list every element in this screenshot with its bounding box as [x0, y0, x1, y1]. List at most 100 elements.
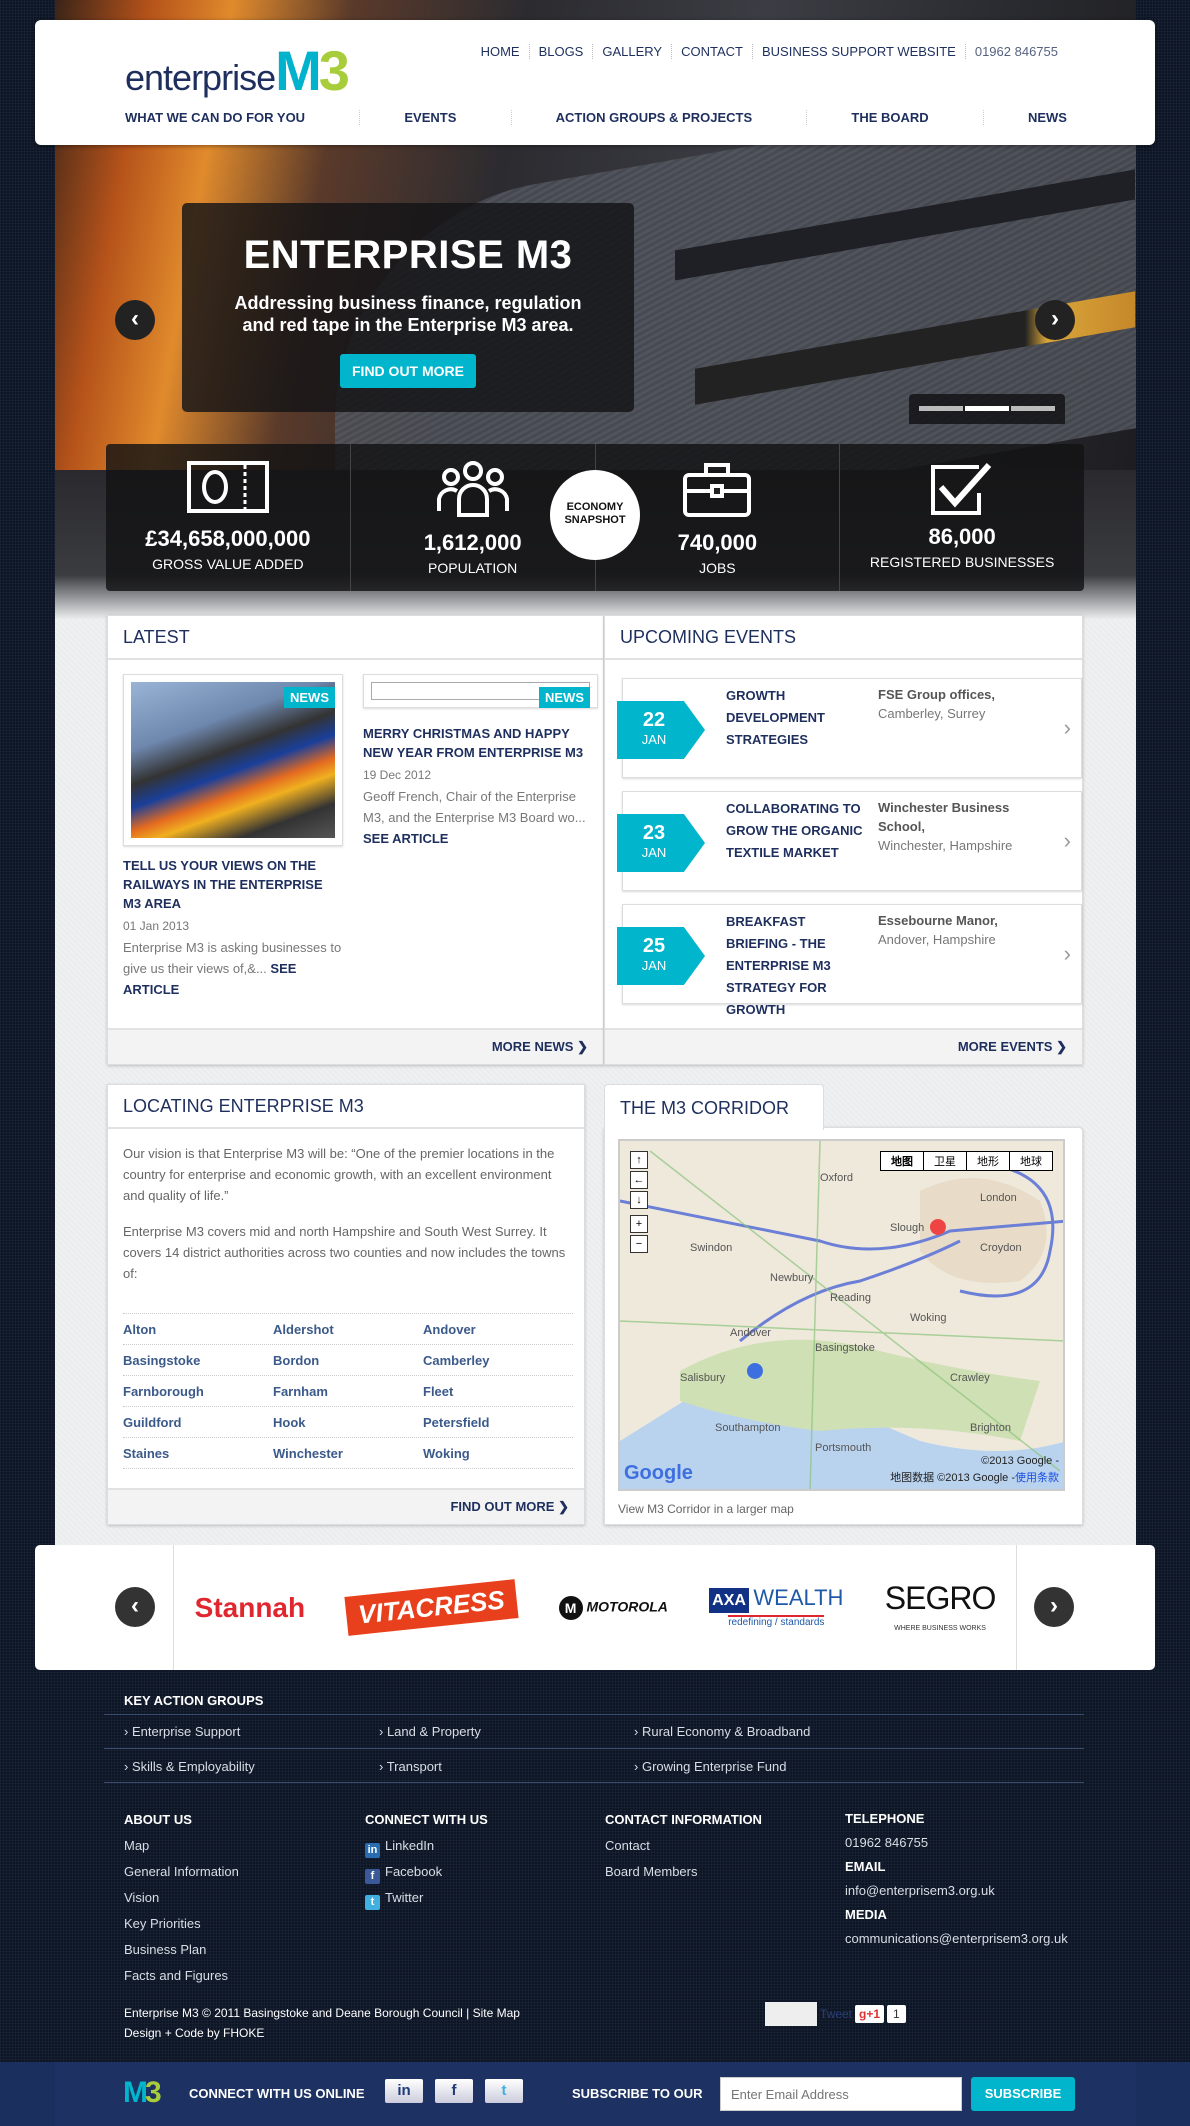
footer-link-vision[interactable]: Vision — [124, 1885, 239, 1911]
zoom-out-icon[interactable]: − — [630, 1235, 648, 1253]
slide-dot[interactable] — [919, 406, 963, 411]
subscribe-button[interactable]: SUBSCRIBE — [971, 2077, 1075, 2111]
kag-link[interactable]: › Skills & Employability — [124, 1759, 379, 1774]
slider-next-button[interactable]: › — [1035, 300, 1075, 340]
event-title[interactable]: BREAKFAST BRIEFING - THE ENTERPRISE M3 S… — [726, 911, 841, 1021]
credit-link[interactable]: Design + Code by FHOKE — [124, 2026, 264, 2040]
footer-link-key-priorities[interactable]: Key Priorities — [124, 1911, 239, 1937]
chevron-right-icon[interactable]: › — [1064, 715, 1071, 741]
event-title[interactable]: GROWTH DEVELOPMENT STRATEGIES — [726, 685, 841, 751]
footer-link-facebook[interactable]: f Facebook — [365, 1859, 488, 1885]
chevron-right-icon[interactable]: › — [1064, 828, 1071, 854]
linkedin-button[interactable]: in — [385, 2079, 423, 2103]
town-link[interactable]: Farnham — [273, 1384, 423, 1399]
kag-link[interactable]: › Rural Economy & Broadband — [634, 1724, 889, 1739]
event-title[interactable]: COLLABORATING TO GROW THE ORGANIC TEXTIL… — [726, 798, 876, 864]
nav-what-we-do[interactable]: WHAT WE CAN DO FOR YOU — [125, 110, 349, 125]
map-terms-link[interactable]: 使用条款 — [1015, 1472, 1059, 1484]
map-type-earth[interactable]: 地球 — [1009, 1152, 1052, 1170]
map-marker-blue[interactable] — [746, 1363, 763, 1379]
footer-link-board-members[interactable]: Board Members — [605, 1859, 762, 1885]
share-widget-frame[interactable] — [765, 2002, 817, 2026]
google-map[interactable]: Oxford Swindon Reading London Basingstoke And… — [618, 1139, 1065, 1491]
town-link[interactable]: Woking — [423, 1446, 573, 1461]
slide-dot-active[interactable] — [965, 406, 1009, 411]
kag-link[interactable]: › Land & Property — [379, 1724, 634, 1739]
town-link[interactable]: Camberley — [423, 1353, 573, 1368]
town-link[interactable]: Hook — [273, 1415, 423, 1430]
map-type-map[interactable]: 地图 — [881, 1152, 923, 1170]
more-news-link[interactable]: MORE NEWS ❯ — [108, 1028, 603, 1064]
nav-blogs[interactable]: BLOGS — [528, 44, 593, 59]
nav-business-support[interactable]: BUSINESS SUPPORT WEBSITE — [751, 44, 965, 59]
find-out-more-button[interactable]: FIND OUT MORE — [340, 354, 476, 388]
footer-link-linkedin[interactable]: in LinkedIn — [365, 1833, 488, 1859]
town-link[interactable]: Alton — [123, 1322, 273, 1337]
footer-link-twitter[interactable]: t Twitter — [365, 1885, 488, 1911]
town-link[interactable]: Bordon — [273, 1353, 423, 1368]
nav-contact[interactable]: CONTACT — [671, 44, 752, 59]
kag-link[interactable]: › Transport — [379, 1759, 634, 1774]
footer-media-email-link[interactable]: communications@enterprisem3.org.uk — [845, 1927, 1068, 1951]
town-link[interactable]: Staines — [123, 1446, 273, 1461]
partners-next-button[interactable]: › — [1034, 1587, 1074, 1627]
slider-prev-button[interactable]: ‹ — [115, 300, 155, 340]
partner-segro[interactable]: SEGRO WHERE BUSINESS WORKS — [885, 1580, 997, 1635]
see-article-link[interactable]: SEE ARTICLE — [363, 831, 448, 846]
partner-vitacress[interactable]: VITACRESS — [344, 1579, 519, 1636]
find-out-more-link[interactable]: FIND OUT MORE ❯ — [108, 1488, 584, 1524]
event-item[interactable]: 22 JAN GROWTH DEVELOPMENT STRATEGIES FSE … — [617, 678, 1082, 778]
footer-link-business-plan[interactable]: Business Plan — [124, 1937, 239, 1963]
twitter-button[interactable]: t — [485, 2079, 523, 2103]
google-plus-button[interactable]: g+1 — [855, 2005, 885, 2023]
partners-prev-button[interactable]: ‹ — [115, 1587, 155, 1627]
slide-dot[interactable] — [1011, 406, 1055, 411]
footer-email-link[interactable]: info@enterprisem3.org.uk — [845, 1879, 1068, 1903]
logo[interactable]: enterprise M3 — [125, 36, 350, 98]
partner-stannah[interactable]: Stannah — [195, 1592, 305, 1624]
news-item[interactable]: NEWS MERRY CHRISTMAS AND HAPPY NEW YEAR … — [363, 674, 598, 849]
town-link[interactable]: Basingstoke — [123, 1353, 273, 1368]
email-input[interactable] — [720, 2077, 962, 2111]
zoom-in-icon[interactable]: + — [630, 1215, 648, 1233]
news-title[interactable]: MERRY CHRISTMAS AND HAPPY NEW YEAR FROM … — [363, 724, 598, 762]
footer-link-general-info[interactable]: General Information — [124, 1859, 239, 1885]
news-thumbnail[interactable]: NEWS — [363, 674, 598, 708]
town-link[interactable]: Fleet — [423, 1384, 573, 1399]
news-thumbnail[interactable]: NEWS — [123, 674, 343, 846]
map-marker-red[interactable] — [929, 1219, 946, 1235]
pan-down-icon[interactable]: ↓ — [630, 1191, 648, 1209]
nav-events[interactable]: EVENTS — [359, 110, 500, 125]
map-type-terrain[interactable]: 地形 — [966, 1152, 1009, 1170]
town-link[interactable]: Aldershot — [273, 1322, 423, 1337]
facebook-button[interactable]: f — [435, 2079, 473, 2103]
chevron-right-icon[interactable]: › — [1064, 941, 1071, 967]
footer-link-map[interactable]: Map — [124, 1833, 239, 1859]
nav-action-groups[interactable]: ACTION GROUPS & PROJECTS — [510, 110, 796, 125]
kag-link[interactable]: › Enterprise Support — [124, 1724, 379, 1739]
town-link[interactable]: Petersfield — [423, 1415, 573, 1430]
map-pan-zoom-controls[interactable]: ↑ ← ↓ + − — [630, 1151, 648, 1253]
footer-link-contact[interactable]: Contact — [605, 1833, 762, 1859]
map-type-satellite[interactable]: 卫星 — [923, 1152, 966, 1170]
news-title[interactable]: TELL US YOUR VIEWS ON THE RAILWAYS IN TH… — [123, 856, 343, 913]
town-link[interactable]: Farnborough — [123, 1384, 273, 1399]
town-link[interactable]: Winchester — [273, 1446, 423, 1461]
sitemap-link[interactable]: Site Map — [473, 2006, 520, 2020]
nav-the-board[interactable]: THE BOARD — [806, 110, 972, 125]
kag-link[interactable]: › Growing Enterprise Fund — [634, 1759, 889, 1774]
footer-link-facts[interactable]: Facts and Figures — [124, 1963, 239, 1989]
nav-news[interactable]: NEWS — [982, 110, 1067, 125]
event-item[interactable]: 25 JAN BREAKFAST BRIEFING - THE ENTERPRIS… — [617, 904, 1082, 1017]
pan-left-icon[interactable]: ← — [630, 1171, 648, 1189]
nav-home[interactable]: HOME — [472, 44, 529, 59]
town-link[interactable]: Guildford — [123, 1415, 273, 1430]
news-item[interactable]: NEWS TELL US YOUR VIEWS ON THE RAILWAYS … — [123, 674, 343, 1000]
nav-gallery[interactable]: GALLERY — [592, 44, 671, 59]
town-link[interactable]: Andover — [423, 1322, 573, 1337]
larger-map-link[interactable]: View M3 Corridor in a larger map — [618, 1502, 794, 1516]
tweet-button[interactable]: Tweet — [820, 2007, 852, 2021]
partner-motorola[interactable]: M MOTOROLA — [558, 1595, 668, 1620]
event-item[interactable]: 23 JAN COLLABORATING TO GROW THE ORGANIC … — [617, 791, 1082, 891]
partner-axa-wealth[interactable]: AXA WEALTH redefining / standards — [709, 1585, 843, 1630]
